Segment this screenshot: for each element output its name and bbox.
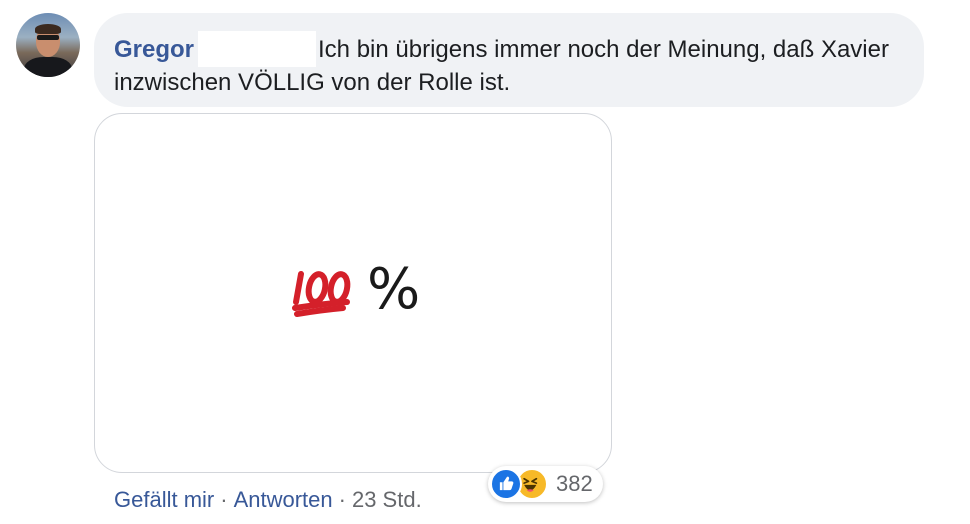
avatar-hair xyxy=(35,24,61,34)
comment-bubble: Gregor Ich bin übrigens immer noch der Me… xyxy=(94,13,924,107)
redacted-surname xyxy=(198,31,317,67)
comment: Gregor Ich bin übrigens immer noch der Me… xyxy=(0,0,970,524)
avatar[interactable] xyxy=(16,13,80,77)
comment-actions: Gefällt mir · Antworten · 23 Std. xyxy=(114,486,422,514)
like-icon xyxy=(490,468,522,500)
attached-image[interactable]: % xyxy=(94,113,612,473)
author-name[interactable]: Gregor xyxy=(114,36,194,63)
separator: · xyxy=(338,487,346,512)
timestamp[interactable]: 23 Std. xyxy=(352,487,422,512)
reaction-count: 382 xyxy=(556,471,593,496)
like-button[interactable]: Gefällt mir xyxy=(114,487,214,512)
hundred-points-emoji-icon xyxy=(292,271,351,317)
separator: · xyxy=(220,487,228,512)
reply-button[interactable]: Antworten xyxy=(234,487,333,512)
avatar-glasses xyxy=(37,35,59,40)
reactions-summary[interactable]: 382 xyxy=(488,466,603,502)
percent-sign: % xyxy=(367,257,421,322)
avatar-shirt xyxy=(24,57,72,77)
